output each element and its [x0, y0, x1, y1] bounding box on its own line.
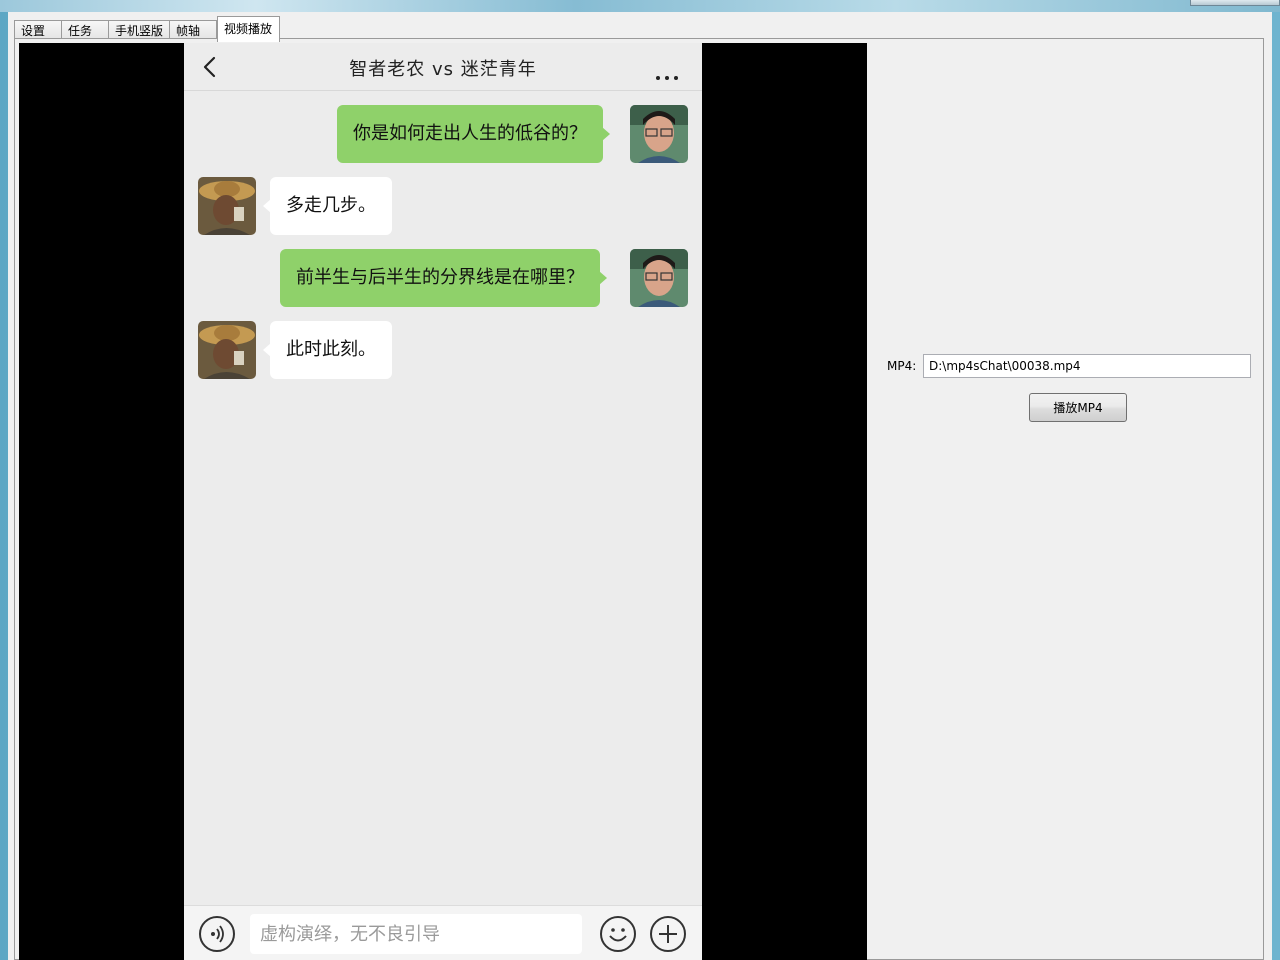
chat-input-bar	[184, 905, 702, 960]
chat-bubble-incoming: 此时此刻。	[263, 321, 392, 379]
avatar-youth	[630, 105, 688, 163]
tab-label: 手机竖版	[115, 24, 164, 38]
voice-icon[interactable]	[199, 916, 235, 952]
tab-label: 设置	[21, 24, 46, 38]
phone-chat-frame: 智者老农 vs 迷茫青年 你是如何走出人生的低谷的？ 多走几步。 前半生与后半生…	[184, 43, 702, 960]
mp4-path-input[interactable]	[923, 354, 1251, 378]
mp4-path-label: MP4:	[887, 359, 917, 373]
tab-label: 任务	[68, 24, 93, 38]
play-mp4-button[interactable]: 播放MP4	[1029, 393, 1127, 422]
avatar-farmer	[198, 177, 256, 235]
back-chevron-icon[interactable]	[200, 55, 220, 79]
app-window: 设置 任务 手机竖版 帧轴 视频播放 智者老农 vs 迷茫青年 你是如何走出人生…	[8, 12, 1272, 960]
avatar-youth	[630, 249, 688, 307]
window-titlebar	[0, 0, 1280, 12]
chat-bubble-outgoing: 前半生与后半生的分界线是在哪里？	[280, 249, 607, 307]
more-dots-icon[interactable]	[656, 65, 686, 80]
chat-title: 智者老农 vs 迷茫青年	[349, 59, 537, 80]
window-controls[interactable]	[1190, 0, 1280, 6]
plus-icon[interactable]	[650, 916, 686, 952]
chat-bubble-outgoing: 你是如何走出人生的低谷的？	[337, 105, 610, 163]
tab-label: 视频播放	[224, 22, 273, 36]
avatar-farmer	[198, 321, 256, 379]
emoji-icon[interactable]	[600, 916, 636, 952]
tab-video-playback[interactable]: 视频播放	[217, 16, 280, 42]
chat-bubble-incoming: 多走几步。	[263, 177, 392, 235]
video-viewport[interactable]: 智者老农 vs 迷茫青年 你是如何走出人生的低谷的？ 多走几步。 前半生与后半生…	[19, 43, 867, 960]
message-input[interactable]	[250, 914, 582, 954]
video-playback-panel: 智者老农 vs 迷茫青年 你是如何走出人生的低谷的？ 多走几步。 前半生与后半生…	[14, 38, 1264, 960]
chat-header: 智者老农 vs 迷茫青年	[184, 43, 702, 91]
tab-label: 帧轴	[176, 24, 201, 38]
